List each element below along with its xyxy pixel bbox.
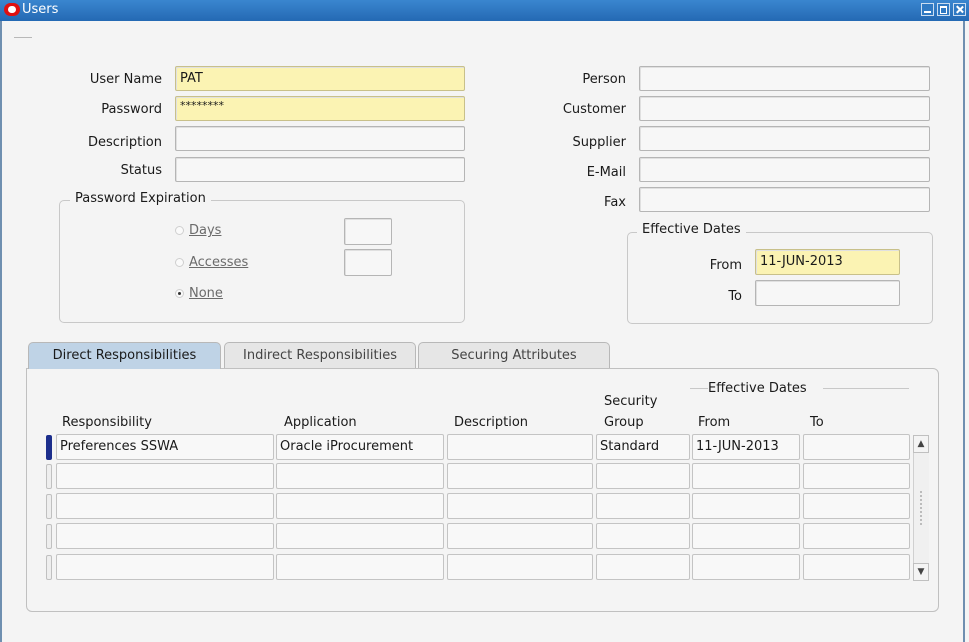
description-field[interactable] [175,126,465,151]
description-label: Description [87,135,162,150]
email-label: E-Mail [586,165,626,180]
from-date-cell[interactable] [692,523,800,549]
application-cell[interactable] [276,554,444,580]
window-divider [14,37,32,38]
from-date-cell[interactable] [692,463,800,489]
maximize-icon[interactable] [937,3,950,16]
to-date-label: To [728,289,742,304]
responsibility-cell[interactable] [56,493,274,519]
none-mnemonic: None [189,286,223,301]
days-radio[interactable] [175,226,184,235]
to-date-cell[interactable] [803,493,910,519]
fax-field[interactable] [639,187,930,212]
status-field[interactable] [175,157,465,182]
minimize-icon[interactable] [921,3,934,16]
to-date-cell[interactable] [803,434,910,460]
person-label: Person [582,72,626,87]
tab-indirect-responsibilities[interactable]: Indirect Responsibilities [224,342,416,369]
scroll-down-icon[interactable]: ▼ [913,563,929,581]
to-date-cell[interactable] [803,463,910,489]
description-cell[interactable] [447,434,593,460]
supplier-label: Supplier [572,135,626,150]
accesses-mnemonic: Accesses [189,255,249,270]
security-group-cell[interactable] [596,463,690,489]
responsibility-cell[interactable]: Preferences SSWA [56,434,274,460]
user-name-field[interactable]: PAT [175,66,465,91]
description-cell[interactable] [447,493,593,519]
days-radio-label[interactable]: Days [189,222,221,240]
password-expiration-group [59,200,465,323]
security-group-cell[interactable] [596,523,690,549]
customer-label: Customer [562,102,626,117]
scroll-up-icon[interactable]: ▲ [913,435,929,453]
from-date-cell[interactable] [692,554,800,580]
from-date-cell[interactable] [692,493,800,519]
column-header-description: Description [454,415,529,430]
security-group-cell[interactable] [596,554,690,580]
column-header-application: Application [284,415,357,430]
accesses-radio[interactable] [175,258,184,267]
grid-scrollbar[interactable]: ▲ ▼ [913,435,929,581]
security-group-cell[interactable]: Standard [596,434,690,460]
record-indicator[interactable] [46,555,52,580]
days-mnemonic: Days [189,223,222,238]
application-cell[interactable] [276,523,444,549]
close-icon[interactable] [953,3,966,16]
none-radio-label[interactable]: None [189,285,223,303]
effective-dates-group [627,232,933,324]
accesses-radio-label[interactable]: Accesses [189,254,248,272]
person-field[interactable] [639,66,930,91]
tab-securing-attributes[interactable]: Securing Attributes [418,342,610,369]
to-date-cell[interactable] [803,554,910,580]
column-header-to: To [810,415,824,430]
security-group-cell[interactable] [596,493,690,519]
application-cell[interactable]: Oracle iProcurement [276,434,444,460]
user-name-label: User Name [89,72,162,87]
customer-field[interactable] [639,96,930,121]
column-header-security: Security [604,394,658,409]
record-indicator[interactable] [46,524,52,549]
days-field[interactable] [344,218,392,245]
password-field[interactable]: ******** [175,96,465,121]
from-date-field[interactable]: 11-JUN-2013 [755,249,900,275]
email-field[interactable] [639,157,930,182]
column-header-responsibility: Responsibility [62,415,152,430]
title-bar: Users [0,0,969,21]
to-date-field[interactable] [755,280,900,306]
description-cell[interactable] [447,523,593,549]
description-cell[interactable] [447,554,593,580]
application-cell[interactable] [276,463,444,489]
scroll-grip-icon[interactable] [919,490,923,526]
effective-dates-rule-left [690,388,708,389]
description-cell[interactable] [447,463,593,489]
responsibility-cell[interactable] [56,523,274,549]
none-radio[interactable] [175,289,184,298]
tab-direct-responsibilities[interactable]: Direct Responsibilities [28,342,221,369]
fax-label: Fax [604,195,626,210]
application-cell[interactable] [276,493,444,519]
status-label: Status [120,163,162,178]
from-date-label: From [709,258,742,273]
supplier-field[interactable] [639,126,930,151]
responsibility-cell[interactable] [56,554,274,580]
from-date-cell[interactable]: 11-JUN-2013 [692,434,800,460]
record-indicator[interactable] [46,494,52,519]
to-date-cell[interactable] [803,523,910,549]
column-header-group: Group [604,415,644,430]
window-title: Users [22,2,59,17]
oracle-logo-icon [4,3,20,16]
record-indicator[interactable] [46,464,52,489]
responsibility-cell[interactable] [56,463,274,489]
grid-effective-dates-header: Effective Dates [708,381,807,396]
current-record-indicator[interactable] [46,435,52,460]
effective-dates-title: Effective Dates [637,222,746,238]
effective-dates-rule-right [823,388,909,389]
password-expiration-title: Password Expiration [70,191,211,207]
column-header-from: From [698,415,731,430]
accesses-field[interactable] [344,249,392,276]
password-label: Password [101,102,162,117]
scroll-track[interactable] [913,453,929,563]
